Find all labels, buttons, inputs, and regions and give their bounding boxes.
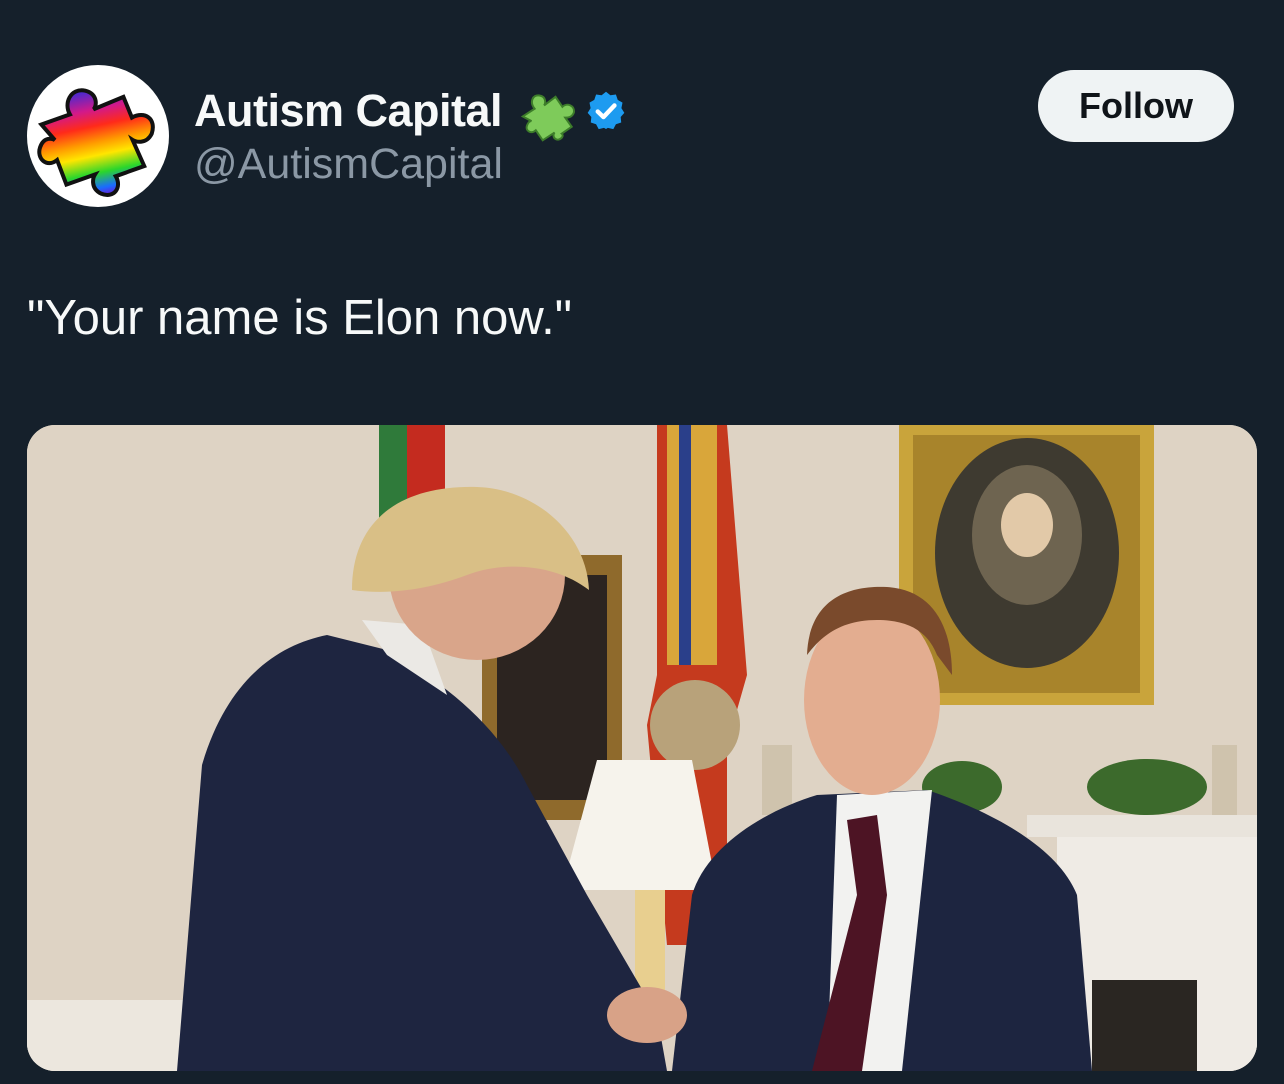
display-name-text: Autism Capital bbox=[194, 85, 503, 136]
author-handle[interactable]: @AutismCapital bbox=[194, 140, 503, 189]
author-avatar[interactable] bbox=[27, 65, 169, 207]
tweet-text: "Your name is Elon now." bbox=[27, 291, 573, 345]
rainbow-puzzle-piece-icon bbox=[37, 88, 155, 197]
green-puzzle-piece-icon bbox=[520, 94, 575, 142]
author-display-name[interactable]: Autism Capital bbox=[194, 80, 628, 142]
photo-two-men-shaking-hands-icon bbox=[27, 425, 1257, 1071]
tweet-media-photo[interactable] bbox=[27, 425, 1257, 1071]
verified-checkmark-icon bbox=[587, 91, 625, 130]
follow-button[interactable]: Follow bbox=[1038, 70, 1234, 142]
